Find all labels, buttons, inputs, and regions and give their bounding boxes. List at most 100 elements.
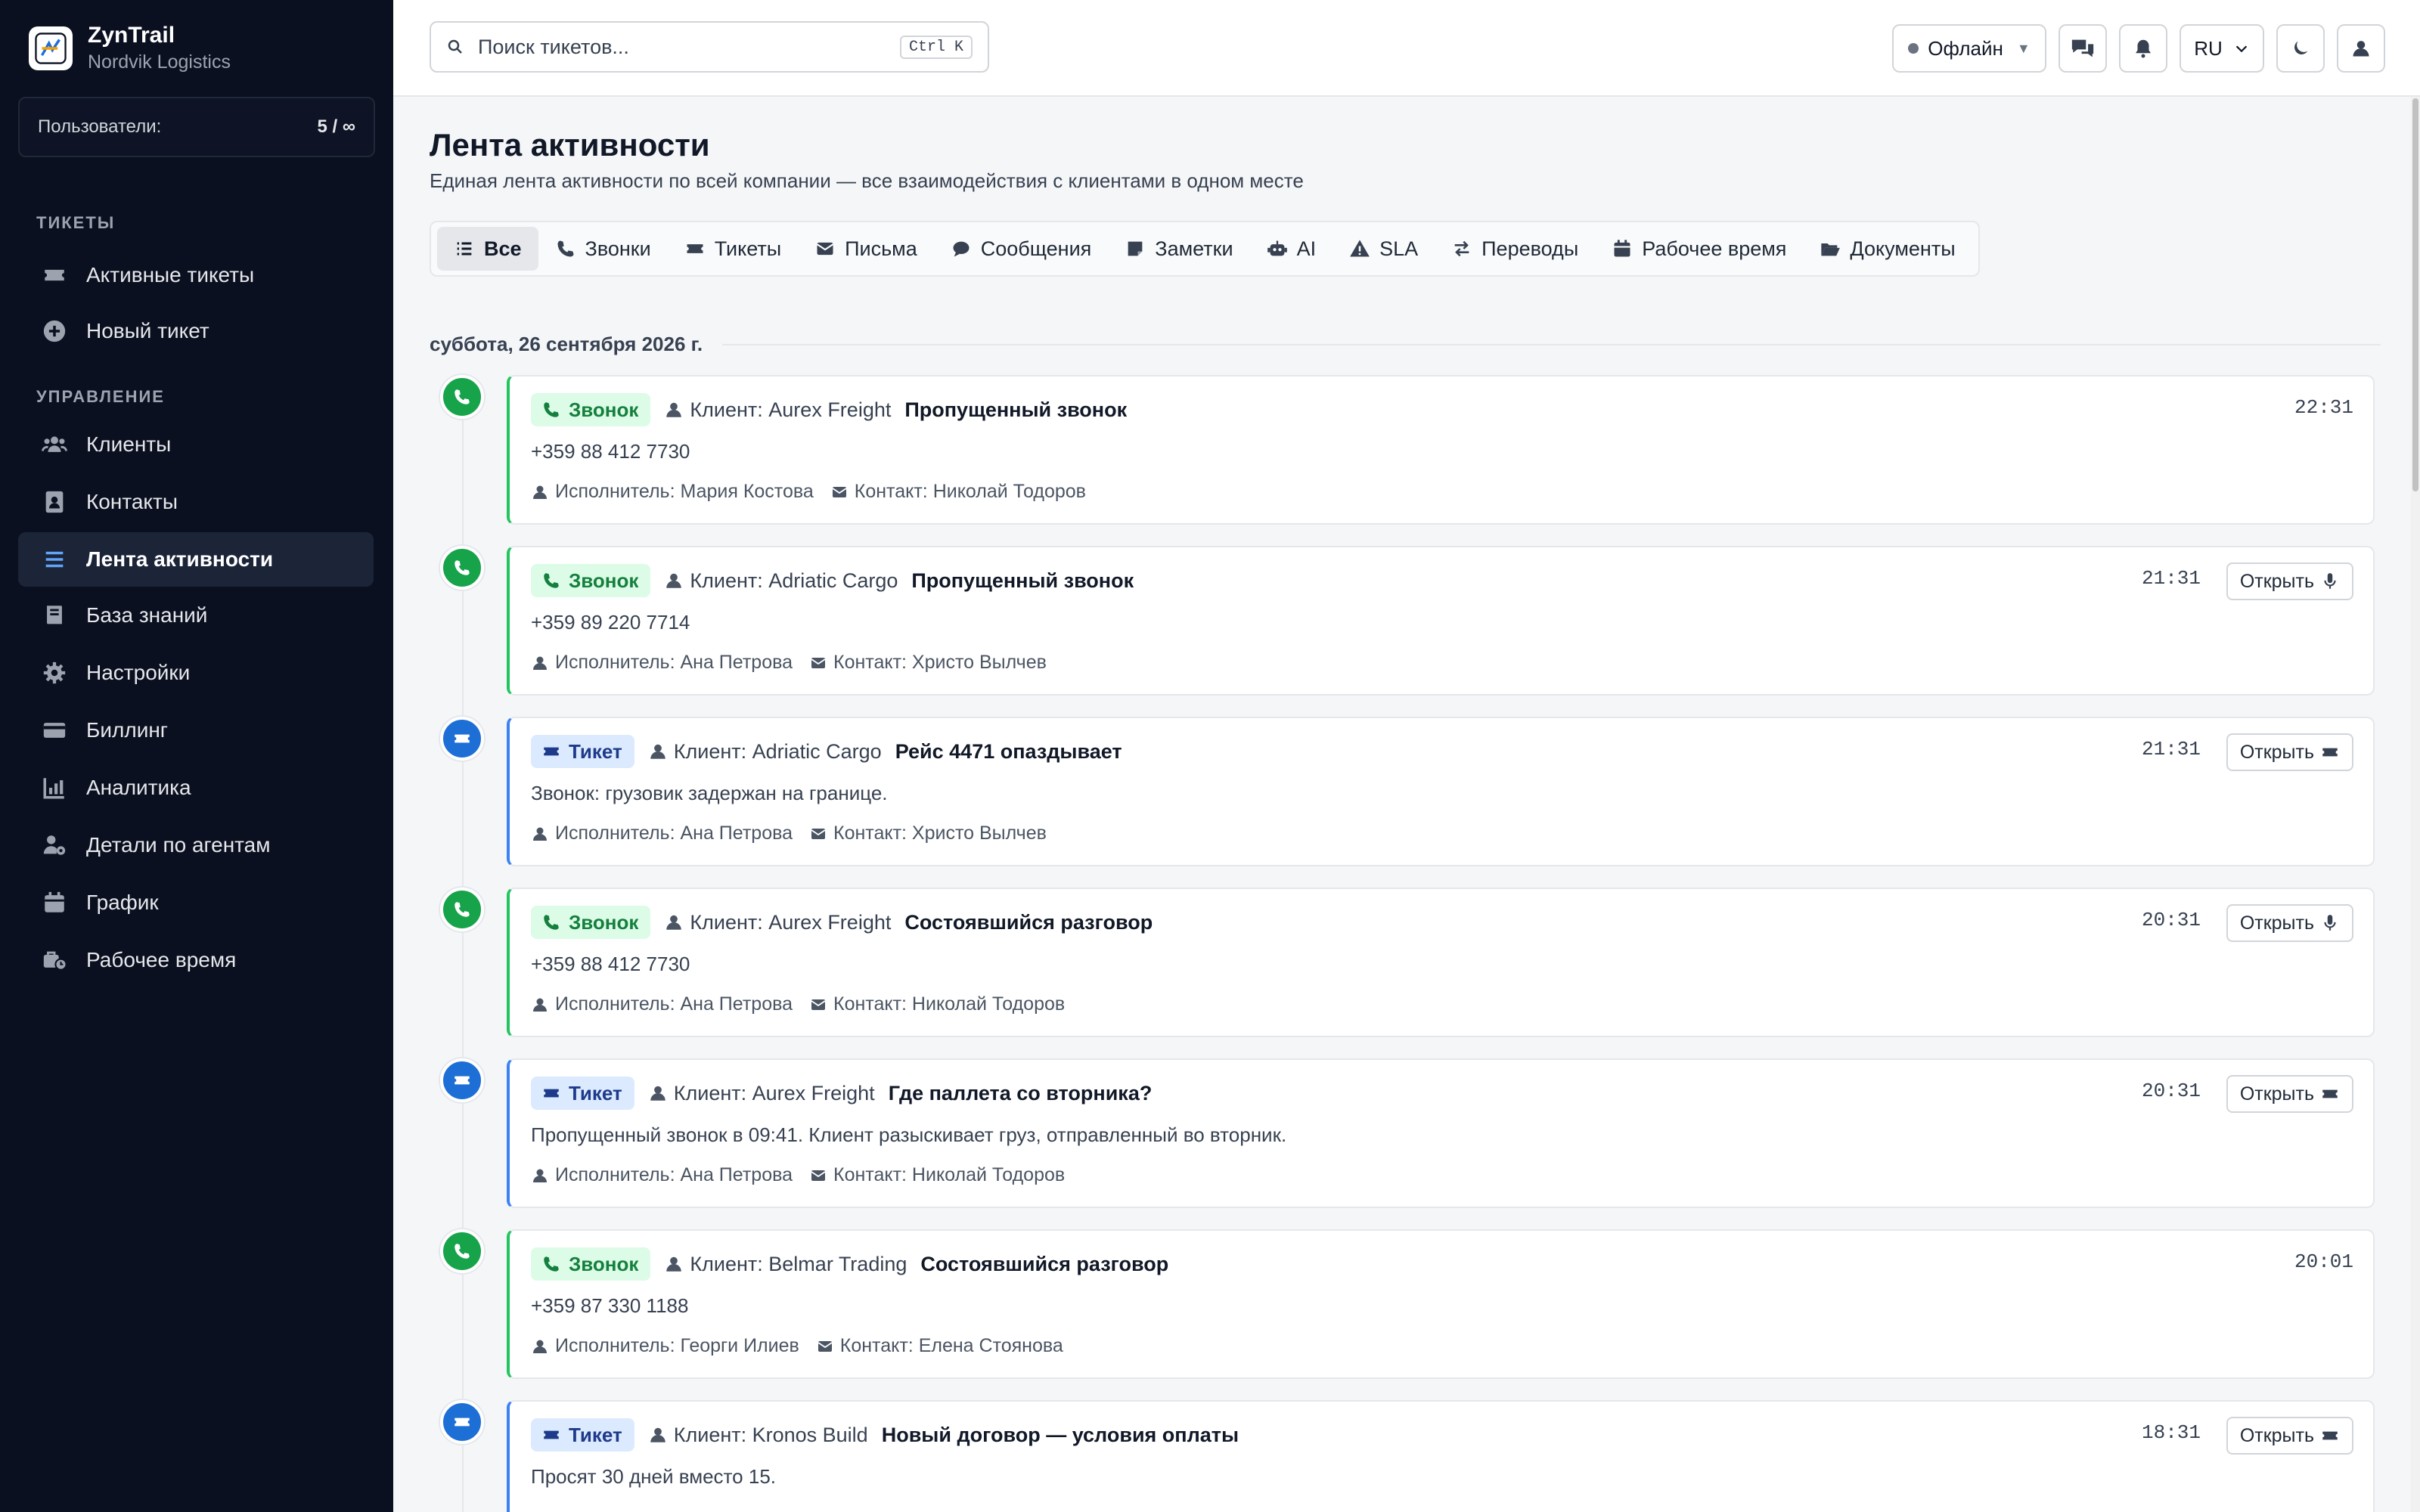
sidebar-item-active-tickets[interactable]: Активные тикеты <box>18 248 374 302</box>
phone-icon <box>544 915 559 930</box>
brand[interactable]: ZynTrail Nordvik Logistics <box>0 0 393 97</box>
status-dot-icon <box>1908 43 1919 54</box>
status-dropdown[interactable]: Офлайн ▼ <box>1892 24 2046 73</box>
tab-sla[interactable]: SLA <box>1333 227 1435 271</box>
sidebar-item-working-hours[interactable]: Рабочее время <box>18 933 374 987</box>
activity-time: 18:31 <box>2141 1421 2201 1444</box>
activity-card[interactable]: Звонок Клиент: Adriatic Cargo Пропущенный … <box>507 546 2375 696</box>
tab-all[interactable]: Все <box>437 227 538 271</box>
sidebar-item-label: Биллинг <box>86 718 169 742</box>
sidebar-item-label: Аналитика <box>86 776 191 799</box>
contact: Контакт: Елена Стоянова <box>839 1335 1063 1356</box>
client-name: Клиент: Kronos Build <box>673 1423 868 1446</box>
language-select[interactable]: RU <box>2180 24 2264 73</box>
profile-button[interactable] <box>2337 24 2385 73</box>
app-logo <box>29 26 73 70</box>
user-icon <box>666 402 682 417</box>
tab-label: Переводы <box>1481 237 1579 260</box>
scrollbar[interactable] <box>2411 97 2420 1512</box>
ticket-icon <box>2322 1431 2338 1440</box>
sidebar-item-label: База знаний <box>86 603 208 627</box>
phone-icon <box>544 1256 559 1272</box>
tab-calls[interactable]: Звонки <box>538 227 668 271</box>
tab-ai[interactable]: AI <box>1250 227 1333 271</box>
open-button[interactable]: Открыть <box>2226 904 2353 942</box>
tab-tickets[interactable]: Тикеты <box>668 227 798 271</box>
client-link[interactable]: Клиент: Aurex Freight <box>664 398 891 422</box>
top-bar: Ctrl K Офлайн ▼ RU <box>393 0 2420 97</box>
search-input[interactable] <box>478 35 900 59</box>
activity-body: +359 87 330 1188 <box>531 1294 689 1317</box>
user-icon <box>533 656 547 670</box>
client-name: Клиент: Adriatic Cargo <box>690 569 898 592</box>
sidebar-item-billing[interactable]: Биллинг <box>18 703 374 758</box>
notifications-button[interactable] <box>2119 24 2167 73</box>
open-button-label: Открыть <box>2239 1083 2314 1105</box>
activity-time: 22:31 <box>2294 396 2353 419</box>
plus-circle-icon <box>39 316 70 346</box>
ticket-icon <box>2322 1089 2338 1098</box>
filter-tabs: Все Звонки Тикеты Письма Сообщения Замет… <box>430 221 1980 277</box>
client-link[interactable]: Клиент: Belmar Trading <box>664 1253 907 1276</box>
ticket-icon <box>544 747 559 756</box>
ticket-icon <box>544 1430 559 1439</box>
activity-card[interactable]: Тикет Клиент: Aurex Freight Где паллета со… <box>507 1058 2375 1208</box>
activity-card[interactable]: Звонок Клиент: Aurex Freight Состоявшийся … <box>507 888 2375 1037</box>
assignee: Исполнитель: Мария Костова <box>555 481 814 502</box>
client-link[interactable]: Клиент: Aurex Freight <box>664 911 891 934</box>
theme-toggle[interactable] <box>2276 24 2325 73</box>
tab-documents[interactable]: Документы <box>1803 227 1972 271</box>
client-link[interactable]: Клиент: Adriatic Cargo <box>664 569 898 593</box>
calendar-icon <box>39 888 70 918</box>
scrollbar-thumb[interactable] <box>2412 98 2418 491</box>
tab-emails[interactable]: Письма <box>798 227 934 271</box>
tab-label: Звонки <box>585 237 651 260</box>
open-button[interactable]: Открыть <box>2226 1417 2353 1455</box>
phone-icon <box>544 402 559 417</box>
timeline-dot <box>440 375 484 419</box>
tab-messages[interactable]: Сообщения <box>934 227 1109 271</box>
sidebar-item-schedule[interactable]: График <box>18 875 374 930</box>
open-button[interactable]: Открыть <box>2226 562 2353 600</box>
sidebar-item-settings[interactable]: Настройки <box>18 646 374 700</box>
sidebar-item-label: Контакты <box>86 490 178 513</box>
folder-open-icon <box>1821 243 1841 256</box>
robot-icon <box>1267 240 1287 256</box>
sidebar-item-label: Детали по агентам <box>86 833 271 857</box>
caret-down-icon: ▼ <box>2016 40 2031 56</box>
sidebar-item-agent-details[interactable]: Детали по агентам <box>18 818 374 872</box>
tab-transfers[interactable]: Переводы <box>1435 227 1595 271</box>
type-badge: Тикет <box>531 1077 634 1110</box>
assignee: Исполнитель: Ана Петрова <box>555 652 793 673</box>
activity-card[interactable]: Тикет Клиент: Adriatic Cargo Рейс 4471 опа… <box>507 717 2375 866</box>
users-value: 5 / ∞ <box>317 116 355 137</box>
chat-button[interactable] <box>2059 24 2107 73</box>
comment-icon <box>953 241 970 257</box>
sidebar-item-new-ticket[interactable]: Новый тикет <box>18 304 374 358</box>
activity-subject: Новый договор — условия оплаты <box>881 1423 1239 1446</box>
open-button[interactable]: Открыть <box>2226 1075 2353 1113</box>
activity-card[interactable]: Звонок Клиент: Aurex Freight Пропущенный з… <box>507 375 2375 525</box>
date-label: суббота, 26 сентября 2026 г. <box>430 333 703 355</box>
sidebar-item-analytics[interactable]: Аналитика <box>18 761 374 815</box>
type-badge: Звонок <box>531 1247 651 1281</box>
search-box[interactable]: Ctrl K <box>430 21 989 73</box>
client-link[interactable]: Клиент: Aurex Freight <box>648 1082 875 1105</box>
calendar-icon <box>1614 240 1630 257</box>
activity-subject: Пропущенный звонок <box>911 569 1134 592</box>
activity-card[interactable]: Тикет Клиент: Kronos Build Новый договор —… <box>507 1400 2375 1512</box>
tab-notes[interactable]: Заметки <box>1108 227 1249 271</box>
sidebar-item-contacts[interactable]: Контакты <box>18 475 374 529</box>
sidebar-item-knowledge-base[interactable]: База знаний <box>18 588 374 643</box>
tab-label: Рабочее время <box>1642 237 1787 260</box>
open-button-label: Открыть <box>2239 1424 2314 1446</box>
tab-working-hours[interactable]: Рабочее время <box>1595 227 1803 271</box>
open-button[interactable]: Открыть <box>2226 733 2353 771</box>
sidebar-item-clients[interactable]: Клиенты <box>18 417 374 472</box>
client-link[interactable]: Клиент: Adriatic Cargo <box>648 740 882 764</box>
activity-card[interactable]: Звонок Клиент: Belmar Trading Состоявшийся… <box>507 1229 2375 1379</box>
assignee: Исполнитель: Георги Илиев <box>555 1335 799 1356</box>
activity-time: 20:31 <box>2141 1080 2201 1102</box>
sidebar-item-activity-feed[interactable]: Лента активности <box>18 532 374 587</box>
client-link[interactable]: Клиент: Kronos Build <box>648 1424 868 1447</box>
